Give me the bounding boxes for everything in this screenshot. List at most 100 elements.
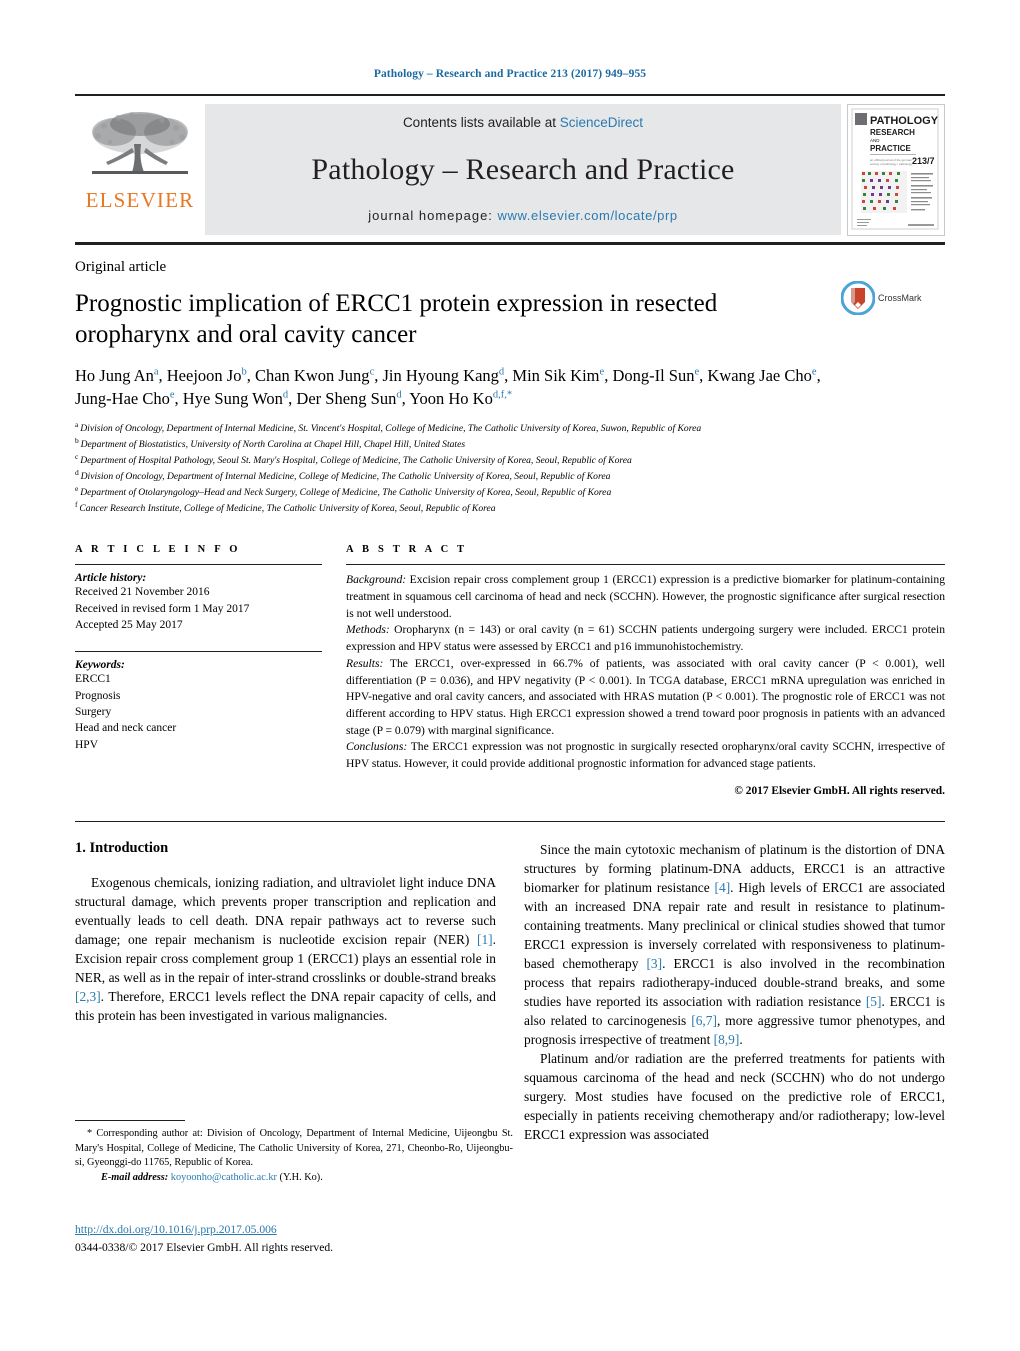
email-label: E-mail address: — [101, 1172, 169, 1184]
abstract-section: Methods: Oropharynx (n = 143) or oral ca… — [346, 623, 945, 654]
journal-title: Pathology – Research and Practice — [311, 153, 735, 186]
affiliation-item: b Department of Biostatistics, Universit… — [75, 435, 466, 451]
citation-link[interactable]: [1] — [477, 932, 493, 947]
keyword-item: ERCC1 — [75, 673, 111, 686]
abstract-copyright: © 2017 Elsevier GmbH. All rights reserve… — [734, 784, 945, 797]
body-columns: 1. Introduction Exogenous chemicals, ion… — [75, 840, 945, 1145]
citation-link[interactable]: [2,3] — [75, 989, 101, 1004]
email-link[interactable]: koyoonho@catholic.ac.kr — [171, 1172, 277, 1183]
affiliation-marker: b — [75, 435, 81, 445]
elsevier-wordmark: ELSEVIER — [85, 188, 195, 212]
affiliation-item: d Division of Oncology, Department of In… — [75, 468, 611, 483]
intro-left-paragraphs: Exogenous chemicals, ionizing radiation,… — [75, 873, 496, 1025]
journal-homepage-line: journal homepage: www.elsevier.com/locat… — [205, 208, 841, 235]
affiliation-item: f Cancer Research Institute, College of … — [75, 500, 496, 515]
body-paragraph: Platinum and/or radiation are the prefer… — [524, 1051, 945, 1143]
svg-text:PRACTICE: PRACTICE — [870, 144, 912, 153]
journal-cover-thumbnail: PATHOLOGY RESEARCH AND PRACTICE an offic… — [847, 104, 945, 236]
elsevier-tree-icon — [92, 112, 188, 174]
author-name: Kwang Jae Cho — [707, 366, 812, 385]
abstract-section-label: Conclusions: — [346, 740, 408, 754]
keyword-item: Surgery — [75, 706, 112, 719]
citation-link[interactable]: [6,7] — [691, 1013, 717, 1028]
citation-link[interactable]: [8,9] — [714, 1032, 740, 1047]
crossmark-badge[interactable]: CrossMark — [841, 281, 945, 315]
author-affiliation-marker: d — [396, 389, 402, 401]
author-affiliation-marker: e — [169, 389, 175, 401]
sciencedirect-link[interactable]: ScienceDirect — [560, 115, 643, 130]
article-history-label: Article history: — [75, 572, 147, 585]
journal-masthead: ELSEVIER Contents lists available at Sci… — [75, 94, 945, 236]
body-column-left: 1. Introduction Exogenous chemicals, ion… — [75, 840, 496, 1145]
journal-article-page: Pathology – Research and Practice 213 (2… — [0, 0, 1020, 1351]
doi-link[interactable]: http://dx.doi.org/10.1016/j.prp.2017.05.… — [75, 1222, 513, 1238]
citation-link[interactable]: [4] — [715, 880, 731, 895]
author-affiliation-marker: d,f,* — [492, 389, 513, 401]
journal-band: Contents lists available at ScienceDirec… — [205, 104, 841, 235]
author-name: Min Sik Kim — [512, 366, 600, 385]
author-name: Heejoon Jo — [166, 366, 242, 385]
author-affiliation-marker: d — [282, 389, 289, 401]
keyword-item: HPV — [75, 738, 99, 751]
footnote-rule — [75, 1120, 185, 1121]
author-name: Yoon Ho Ko — [409, 389, 493, 409]
article-type-label: Original article — [75, 259, 167, 275]
article-info-rule — [75, 564, 322, 566]
author-list: Ho Jung Ana, Heejoon Job, Chan Kwon Jung… — [75, 366, 821, 409]
abstract-section-label: Results: — [346, 656, 384, 670]
article-history-item: Received in revised form 1 May 2017 — [75, 602, 250, 615]
crossmark-label: CrossMark — [878, 293, 922, 303]
article-info-heading: A R T I C L E I N F O — [75, 544, 241, 556]
crossmark-icon — [841, 281, 875, 315]
affiliation-marker: f — [75, 500, 80, 510]
author-name: Dong-Il Sun — [612, 366, 695, 385]
svg-text:PATHOLOGY: PATHOLOGY — [870, 115, 939, 127]
title-block: Original article CrossMark Prognostic im… — [75, 259, 945, 516]
body-paragraph: Since the main cytotoxic mechanism of pl… — [524, 841, 946, 1047]
body-column-right: Since the main cytotoxic mechanism of pl… — [524, 840, 945, 1145]
article-info-column: A R T I C L E I N F O Article history: R… — [75, 544, 322, 796]
abstract-body: Background: Excision repair cross comple… — [346, 572, 945, 772]
article-history-item: Received 21 November 2016 — [75, 586, 210, 599]
affiliation-item: e Department of Otolaryngology–Head and … — [75, 484, 612, 499]
doi-zone: http://dx.doi.org/10.1016/j.prp.2017.05.… — [75, 1222, 513, 1256]
abstract-rule — [346, 564, 945, 566]
svg-text:AND: AND — [870, 138, 880, 143]
body-divider-rule — [75, 820, 945, 822]
author-name: Jung-Hae Cho — [75, 389, 170, 409]
citation-link[interactable]: [5] — [866, 994, 882, 1009]
abstract-section: Background: Excision repair cross comple… — [346, 573, 945, 620]
info-abstract-row: A R T I C L E I N F O Article history: R… — [75, 544, 945, 797]
homepage-label: journal homepage: — [368, 208, 493, 223]
abstract-heading: A B S T R A C T — [346, 544, 468, 556]
citation-link[interactable]: [3] — [646, 956, 662, 971]
keywords-block: Keywords: ERCC1 Prognosis Surgery Head and … — [75, 651, 322, 753]
abstract-section-label: Background: — [346, 573, 407, 587]
author-name: Hye Sung Won — [182, 389, 283, 409]
author-name: Chan Kwon Jung — [254, 366, 370, 385]
elsevier-logo: ELSEVIER — [75, 104, 205, 211]
issn-copyright-line: 0344-0338/© 2017 Elsevier GmbH. All righ… — [75, 1240, 334, 1254]
affiliation-marker: e — [75, 484, 81, 494]
svg-text:RESEARCH: RESEARCH — [870, 128, 915, 137]
author-name: Der Sheng Sun — [296, 389, 397, 409]
author-affiliation-marker: d — [498, 366, 505, 378]
intro-right-paragraphs: Since the main cytotoxic mechanism of pl… — [524, 840, 945, 1145]
abstract-column: A B S T R A C T Background: Excision rep… — [346, 544, 945, 797]
footnote-zone: * Corresponding author at: Division of O… — [75, 1120, 513, 1186]
abstract-section: Conclusions: The ERCC1 expression was no… — [346, 740, 945, 770]
body-paragraph: Exogenous chemicals, ionizing radiation,… — [75, 874, 496, 1023]
author-affiliation-marker: e — [694, 366, 700, 378]
author-name: Jin Hyoung Kang — [382, 366, 499, 385]
affiliation-marker: a — [75, 419, 81, 429]
section-heading-introduction: 1. Introduction — [75, 839, 169, 856]
masthead-bottom-rule — [75, 242, 945, 245]
email-suffix: (Y.H. Ko). — [279, 1172, 323, 1184]
contents-prefix: Contents lists available at — [402, 115, 560, 130]
article-history-item: Accepted 25 May 2017 — [75, 619, 183, 632]
author-affiliation-marker: b — [241, 366, 247, 378]
homepage-url-link[interactable]: www.elsevier.com/locate/prp — [498, 208, 678, 223]
affiliation-item: c Department of Hospital Pathology, Seou… — [75, 452, 632, 467]
keyword-item: Prognosis — [75, 689, 121, 702]
abstract-section: Results: The ERCC1, over-expressed in 66… — [346, 656, 945, 737]
